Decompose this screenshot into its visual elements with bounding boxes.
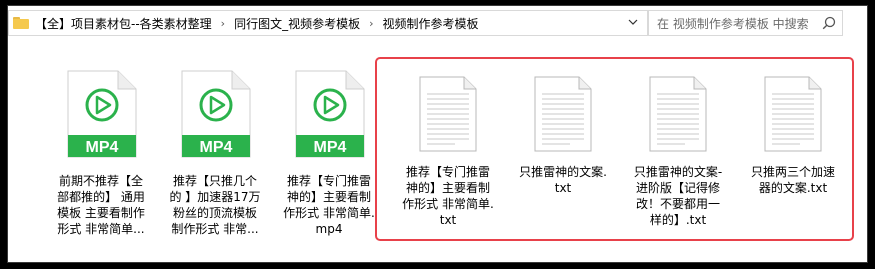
file-name-line: 神的】主要看制 (286, 190, 371, 204)
text-file-icon (764, 76, 822, 152)
search-input[interactable]: 在 视频制作参考模板 中搜索 (648, 10, 843, 36)
file-name-line: txt (439, 213, 457, 227)
file-name: 推荐【专门推雷 神的】主要看制 作形式 非常简单. txt (393, 164, 503, 228)
file-item-text[interactable]: 只推雷神的文案- 进阶版【记得修 改！不要都用一 样的】.txt (623, 76, 733, 228)
file-item-text[interactable]: 推荐【专门推雷 神的】主要看制 作形式 非常简单. txt (393, 76, 503, 228)
file-name-line: 的 】加速器17万 (169, 190, 261, 204)
file-name-line: 改！不要都用一 (635, 197, 720, 211)
explorer-window: 【全】项目素材包--各类素材整理 › 同行图文_视频参考模板 › 视频制作参考模… (7, 5, 868, 263)
breadcrumb-separator[interactable]: › (362, 17, 380, 30)
file-name-line: 只推两三个加速 (750, 165, 835, 179)
mp4-badge: MP4 (200, 139, 233, 156)
file-name: 只推两三个加速 器的文案.txt (738, 164, 848, 196)
file-item-text[interactable]: 只推雷神的文案. txt (508, 76, 618, 196)
file-name-line: 作形式 非常简单. (283, 206, 375, 220)
address-dropdown-button[interactable] (622, 10, 644, 34)
file-name-line: 样的】.txt (649, 213, 707, 227)
file-name-line: txt (554, 181, 572, 195)
breadcrumb-separator[interactable]: › (214, 17, 232, 30)
search-placeholder: 在 视频制作参考模板 中搜索 (657, 16, 809, 31)
file-name-line: 器的文案.txt (758, 181, 828, 195)
video-file-icon: MP4 (295, 70, 365, 158)
file-name: 推荐【专门推雷 神的】主要看制 作形式 非常简单. mp4 (274, 173, 384, 237)
file-item-text[interactable]: 只推两三个加速 器的文案.txt (738, 76, 848, 196)
address-bar[interactable]: 【全】项目素材包--各类素材整理 › 同行图文_视频参考模板 › 视频制作参考模… (8, 10, 648, 36)
video-file-icon: MP4 (181, 70, 251, 158)
file-name-line: 模板 主要看制作 (57, 206, 145, 220)
toolbar: 【全】项目素材包--各类素材整理 › 同行图文_视频参考模板 › 视频制作参考模… (8, 6, 867, 42)
folder-icon (13, 17, 29, 29)
breadcrumb-item-3[interactable]: 视频制作参考模板 (381, 15, 481, 32)
file-name: 只推雷神的文案- 进阶版【记得修 改！不要都用一 样的】.txt (623, 164, 733, 228)
file-name-line: 只推雷神的文案. (519, 165, 607, 179)
file-name-line: 进阶版【记得修 (635, 181, 720, 195)
file-name-line: 制作形式 非常... (171, 222, 259, 236)
file-item-video[interactable]: MP4 推荐【只推几个 的 】加速器17万 粉丝的顶流模板 制作形式 非常... (160, 69, 270, 237)
file-name-line: 作形式 非常简单. (402, 197, 494, 211)
file-name-line: 神的】主要看制 (405, 181, 490, 195)
text-file-icon (649, 76, 707, 152)
text-file-icon (534, 76, 592, 152)
mp4-badge: MP4 (314, 139, 347, 156)
file-name-line: 推荐【专门推雷 (286, 174, 371, 188)
file-item-video[interactable]: MP4 推荐【专门推雷 神的】主要看制 作形式 非常简单. mp4 (274, 69, 384, 237)
file-item-video[interactable]: MP4 前期不推荐【全 部都推的】 通用 模板 主要看制作 形式 非常简单... (46, 69, 156, 237)
file-name: 前期不推荐【全 部都推的】 通用 模板 主要看制作 形式 非常简单... (46, 173, 156, 237)
file-name-line: 前期不推荐【全 (58, 174, 143, 188)
file-name-line: 只推雷神的文案- (633, 165, 723, 179)
file-name: 只推雷神的文案. txt (508, 164, 618, 196)
file-name-line: mp4 (315, 222, 343, 236)
text-file-icon (419, 76, 477, 152)
file-name-line: 部都推的】 通用 (57, 190, 145, 204)
mp4-badge: MP4 (86, 139, 119, 156)
search-icon[interactable] (822, 16, 836, 30)
video-file-icon: MP4 (67, 70, 137, 158)
file-name-line: 形式 非常简单... (57, 222, 145, 236)
chevron-down-icon (628, 19, 638, 25)
file-name-line: 推荐【专门推雷 (405, 165, 490, 179)
file-name-line: 粉丝的顶流模板 (172, 206, 257, 220)
file-name-line: 推荐【只推几个 (172, 174, 257, 188)
breadcrumb-item-2[interactable]: 同行图文_视频参考模板 (232, 15, 362, 32)
file-name: 推荐【只推几个 的 】加速器17万 粉丝的顶流模板 制作形式 非常... (160, 173, 270, 237)
breadcrumb-item-1[interactable]: 【全】项目素材包--各类素材整理 (33, 15, 214, 32)
